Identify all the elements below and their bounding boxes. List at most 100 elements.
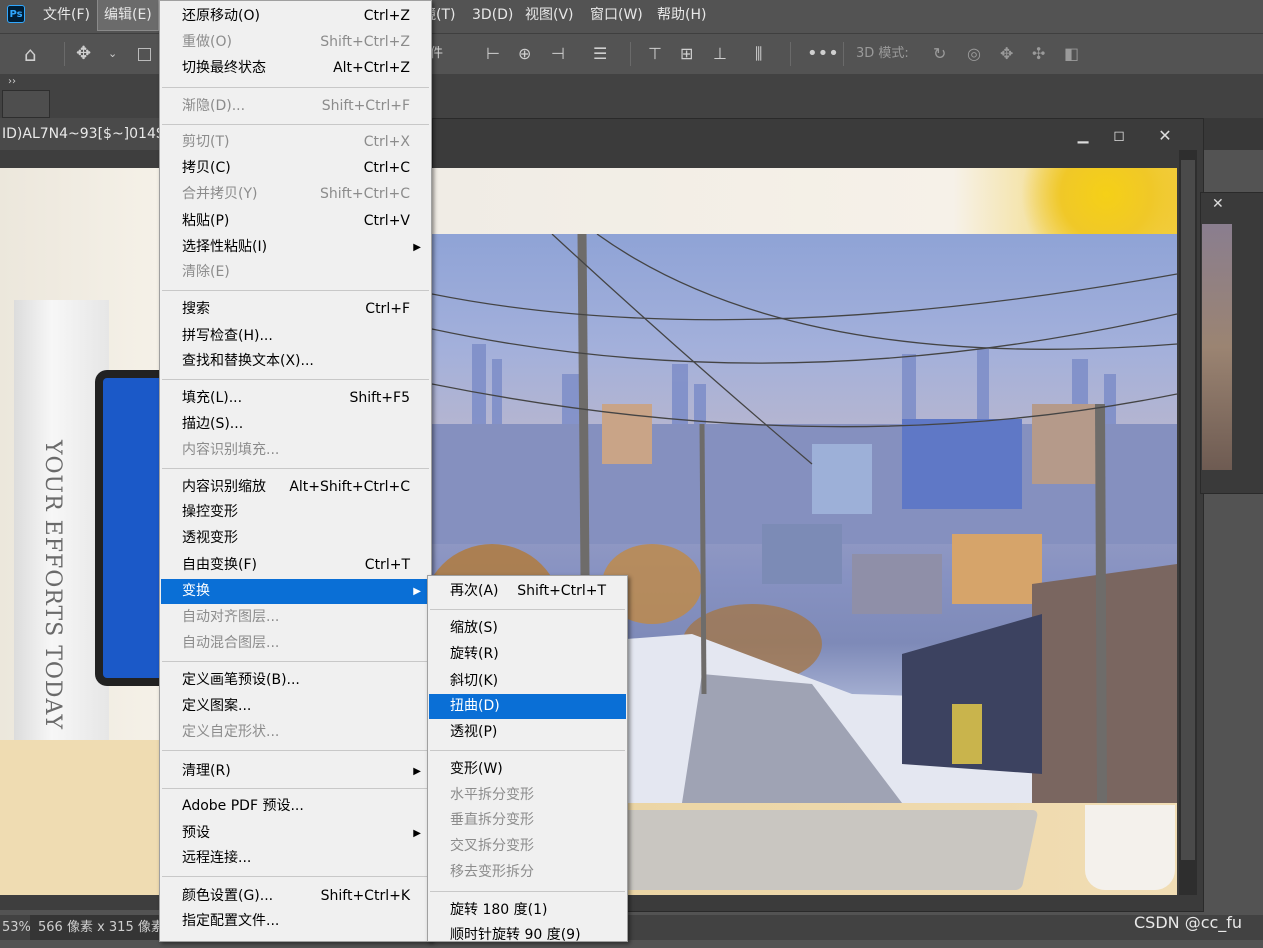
menu-item-rotate[interactable]: 旋转(R)	[429, 642, 626, 667]
menu-item-stroke[interactable]: 描边(S)...	[161, 412, 430, 437]
menu-item-label: 拷贝(C)	[182, 160, 231, 176]
menu-help[interactable]: 帮助(H)	[651, 0, 712, 30]
menu-item-label: 自由变换(F)	[182, 557, 257, 573]
menu-item-remote-connections[interactable]: 远程连接...	[161, 846, 430, 871]
align-right-icon[interactable]: ⊣	[551, 34, 565, 74]
menu-window[interactable]: 窗口(W)	[584, 0, 649, 30]
document-size-info[interactable]: 566 像素 x 315 像素	[30, 915, 172, 940]
scrollbar-thumb[interactable]	[1181, 160, 1195, 860]
panel-thumbnail[interactable]	[2, 90, 50, 118]
align-bottom-icon[interactable]: ⊥	[713, 34, 727, 74]
menu-item-define-brush[interactable]: 定义画笔预设(B)...	[161, 668, 430, 693]
menu-item-clear[interactable]: 清除(E)	[161, 260, 430, 285]
menu-item-purge[interactable]: 清理(R) ▶	[161, 759, 430, 784]
3d-slide-icon[interactable]: ✣	[1032, 34, 1045, 74]
menu-item-label: 描边(S)...	[182, 416, 244, 432]
menu-item-split-warp-vertical[interactable]: 垂直拆分变形	[429, 808, 626, 833]
menu-item-copy-merged[interactable]: 合并拷贝(Y) Shift+Ctrl+C	[161, 182, 430, 207]
menu-item-paste-special[interactable]: 选择性粘贴(I) ▶	[161, 235, 430, 260]
submenu-arrow-icon: ▶	[413, 766, 421, 777]
distribute-vertical-icon[interactable]: ⫼	[755, 34, 762, 74]
menu-file[interactable]: 文件(F)	[37, 0, 96, 30]
menu-item-toggle-last-state[interactable]: 切换最终状态 Alt+Ctrl+Z	[161, 56, 430, 81]
menu-item-label: 定义自定形状...	[182, 724, 280, 740]
menu-item-define-pattern[interactable]: 定义图案...	[161, 694, 430, 719]
submenu-arrow-icon: ▶	[413, 586, 421, 597]
chevron-down-icon[interactable]: ⌄	[108, 34, 117, 74]
menu-item-label: 还原移动(O)	[182, 8, 260, 24]
3d-camera-icon[interactable]: ◧	[1064, 34, 1079, 74]
menu-item-perspective-warp[interactable]: 透视变形	[161, 526, 430, 551]
align-vcenter-icon[interactable]: ⊞	[680, 34, 693, 74]
menu-item-label: 搜索	[182, 301, 210, 317]
menu-item-split-warp-horizontal[interactable]: 水平拆分变形	[429, 783, 626, 808]
menu-item-spell-check[interactable]: 拼写检查(H)...	[161, 324, 430, 349]
menu-item-undo[interactable]: 还原移动(O) Ctrl+Z	[161, 4, 430, 29]
align-left-icon[interactable]: ⊢	[486, 34, 500, 74]
menu-item-copy[interactable]: 拷贝(C) Ctrl+C	[161, 156, 430, 181]
menu-item-warp[interactable]: 变形(W)	[429, 757, 626, 782]
menu-item-scale[interactable]: 缩放(S)	[429, 616, 626, 641]
menu-item-color-settings[interactable]: 颜色设置(G)... Shift+Ctrl+K	[161, 884, 430, 909]
maximize-icon[interactable]: ◻	[1103, 125, 1135, 147]
menu-item-define-custom-shape[interactable]: 定义自定形状...	[161, 720, 430, 745]
auto-select-checkbox[interactable]	[138, 48, 151, 61]
menu-item-distort[interactable]: 扭曲(D)	[429, 694, 626, 719]
move-tool-icon[interactable]: ✥	[76, 34, 91, 74]
menu-item-split-warp-crosswise[interactable]: 交叉拆分变形	[429, 834, 626, 859]
menu-item-pdf-presets[interactable]: Adobe PDF 预设...	[161, 794, 430, 819]
menu-item-skew[interactable]: 斜切(K)	[429, 669, 626, 694]
menu-item-shortcut: Ctrl+V	[363, 213, 410, 229]
more-options-icon[interactable]: •••	[807, 34, 839, 74]
3d-roll-icon[interactable]: ◎	[967, 34, 981, 74]
document-tab[interactable]: ID)AL7N4~93[$~]014SIC	[0, 118, 185, 150]
minimize-icon[interactable]: ▁	[1067, 125, 1099, 147]
menu-item-auto-blend-layers[interactable]: 自动混合图层...	[161, 631, 430, 656]
align-top-icon[interactable]: ⊤	[648, 34, 662, 74]
menu-item-label: 粘贴(P)	[182, 213, 230, 229]
menu-edit[interactable]: 编辑(E)	[97, 0, 159, 31]
menu-item-label: 清除(E)	[182, 264, 230, 280]
menu-separator	[162, 290, 429, 291]
menu-item-fill[interactable]: 填充(L)... Shift+F5	[161, 386, 430, 411]
menu-item-auto-align-layers[interactable]: 自动对齐图层...	[161, 605, 430, 630]
menu-item-shortcut: Ctrl+T	[364, 557, 410, 573]
menu-item-transform[interactable]: 变换 ▶	[161, 579, 430, 604]
align-hcenter-icon[interactable]: ⊕	[518, 34, 531, 74]
home-icon[interactable]: ⌂	[24, 34, 37, 74]
menu-item-content-aware-scale[interactable]: 内容识别缩放 Alt+Shift+Ctrl+C	[161, 475, 430, 500]
zoom-level[interactable]: 53%	[0, 915, 31, 940]
menu-item-label: 填充(L)...	[182, 390, 243, 406]
close-icon[interactable]: ✕	[1149, 125, 1181, 147]
menu-item-find-replace[interactable]: 查找和替换文本(X)...	[161, 349, 430, 374]
menu-view[interactable]: 视图(V)	[519, 0, 580, 30]
menu-item-redo[interactable]: 重做(O) Shift+Ctrl+Z	[161, 30, 430, 55]
menu-item-shortcut: Ctrl+Z	[363, 8, 410, 24]
menu-item-puppet-warp[interactable]: 操控变形	[161, 500, 430, 525]
menu-item-shortcut: Ctrl+X	[363, 134, 410, 150]
menu-item-remove-warp-split[interactable]: 移去变形拆分	[429, 860, 626, 885]
3d-pan-icon[interactable]: ✥	[1000, 34, 1013, 74]
book-cover-text: YOUR EFFORTS TODAY	[40, 440, 65, 731]
menu-item-cut[interactable]: 剪切(T) Ctrl+X	[161, 130, 430, 155]
menu-item-presets[interactable]: 预设 ▶	[161, 821, 430, 846]
menu-item-again[interactable]: 再次(A) Shift+Ctrl+T	[429, 579, 626, 604]
menu-item-search[interactable]: 搜索 Ctrl+F	[161, 297, 430, 322]
menu-item-content-aware-fill[interactable]: 内容识别填充...	[161, 438, 430, 463]
menu-item-fade[interactable]: 渐隐(D)... Shift+Ctrl+F	[161, 94, 430, 119]
collapse-panels-icon[interactable]: ››	[8, 76, 16, 87]
close-icon[interactable]: ✕	[1212, 196, 1224, 212]
menu-item-rotate-180[interactable]: 旋转 180 度(1)	[429, 898, 626, 923]
menu-item-perspective[interactable]: 透视(P)	[429, 720, 626, 745]
menu-item-free-transform[interactable]: 自由变换(F) Ctrl+T	[161, 553, 430, 578]
menu-3d[interactable]: 3D(D)	[466, 0, 519, 30]
menu-item-shortcut: Shift+F5	[349, 390, 410, 406]
menu-item-paste[interactable]: 粘贴(P) Ctrl+V	[161, 209, 430, 234]
distribute-icon[interactable]: ☰	[593, 34, 607, 74]
menu-item-label: 选择性粘贴(I)	[182, 239, 268, 255]
menu-item-assign-profile[interactable]: 指定配置文件...	[161, 909, 430, 934]
menu-item-shortcut: Ctrl+F	[365, 301, 410, 317]
tablet-image	[95, 370, 168, 686]
3d-rotate-icon[interactable]: ↻	[933, 34, 946, 74]
menu-item-rotate-90-cw[interactable]: 顺时针旋转 90 度(9)	[429, 923, 626, 948]
